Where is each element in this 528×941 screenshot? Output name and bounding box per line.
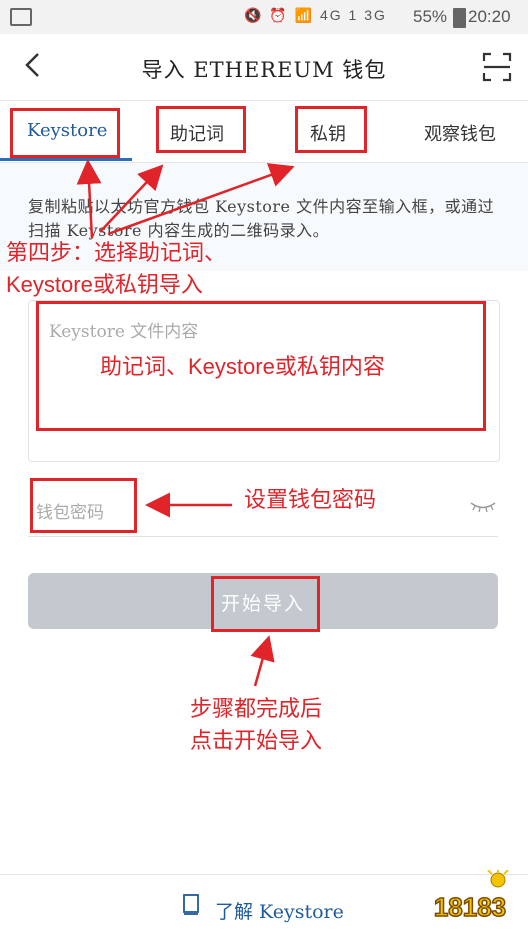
nav-bar: 导入 ETHEREUM 钱包 <box>0 34 528 101</box>
battery-percentage: 55% <box>413 7 448 26</box>
learn-keystore-link[interactable]: 了解 Keystore <box>215 897 344 924</box>
hide-password-icon[interactable] <box>470 500 496 514</box>
annotation-box-password <box>30 478 137 533</box>
scan-qr-icon[interactable] <box>482 52 512 82</box>
annotation-step4-line2: Keystore或私钥导入 <box>6 272 203 297</box>
wifi-icon: 📶 <box>294 7 315 23</box>
annotation-box-import-button <box>211 576 320 632</box>
book-icon <box>183 894 199 915</box>
description-text: 复制粘贴以太坊官方钱包 Keystore 文件内容至输入框，或通过扫描 Keys… <box>28 197 495 240</box>
clock: 20:20 <box>468 7 511 26</box>
tab-watch-wallet[interactable]: 观察钱包 <box>424 120 496 146</box>
annotation-box-keystore-tab <box>10 108 120 158</box>
annotation-box-private-key-tab <box>295 106 367 153</box>
alarm-icon: ⏰ <box>269 7 289 23</box>
site-watermark-logo: 18183 <box>433 870 509 923</box>
network-indicators: 4G 1 3G <box>319 7 387 23</box>
arrow-to-import-button <box>250 635 275 687</box>
annotation-content-label: 助记词、Keystore或私钥内容 <box>100 354 385 379</box>
page-title: 导入 ETHEREUM 钱包 <box>141 58 387 82</box>
annotation-finish-line2: 点击开始导入 <box>190 728 323 753</box>
mute-icon: 🔇 <box>244 7 264 23</box>
status-bar: 🔇 ⏰ 📶 4G 1 3G 55% 20:20 <box>0 0 528 34</box>
active-tab-indicator <box>0 158 132 161</box>
battery-icon <box>453 8 466 28</box>
watermark-text: 18183 <box>434 892 506 922</box>
signal-indicators: 🔇 ⏰ 📶 4G 1 3G <box>244 7 387 24</box>
annotation-password-label: 设置钱包密码 <box>244 487 377 512</box>
annotation-box-mnemonic-tab <box>156 106 246 153</box>
image-notification-icon <box>10 8 32 26</box>
annotation-step4-line1: 第四步：选择助记词、 <box>6 240 227 265</box>
annotation-finish-line1: 步骤都完成后 <box>190 696 323 721</box>
